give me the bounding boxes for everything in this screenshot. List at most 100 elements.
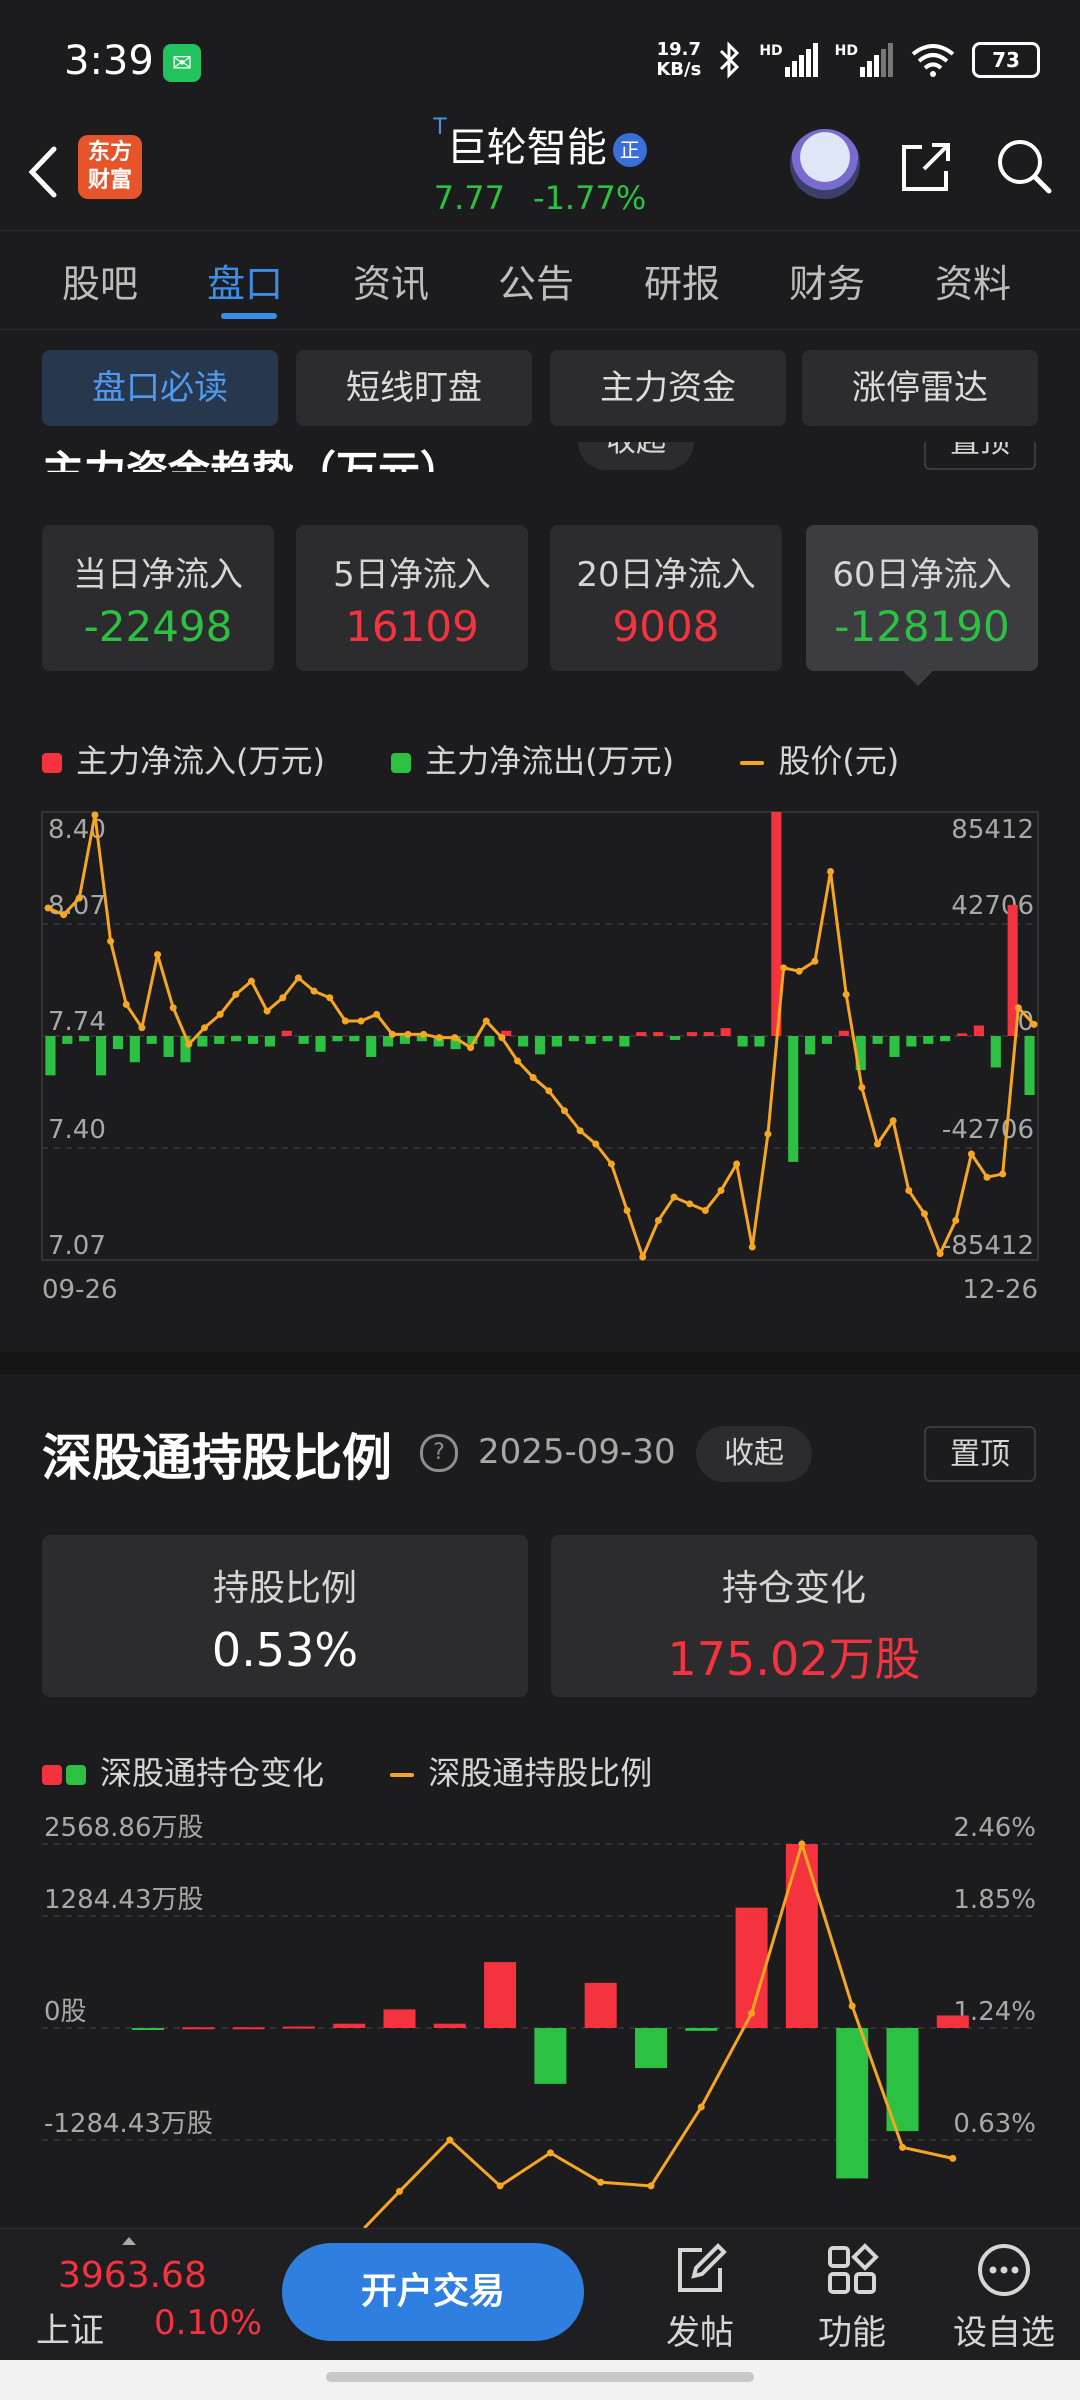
hk-holding-chart[interactable]: 2568.86万股 1284.43万股 0股 -1284.43万股 2.46% 1.85%… [0,1800,1080,2228]
price-point [560,1107,568,1115]
flow-card-label: 20日净流入 [576,555,756,595]
price-point [326,994,334,1002]
section-separator [0,1352,1080,1374]
holding-ratio-point [496,2182,504,2190]
subtab-short-watch[interactable]: 短线盯盘 [296,350,532,426]
price-point [44,904,52,912]
chart2-ytick-right: 1.85% [953,1885,1036,1915]
price-point [936,1250,944,1258]
subtab-limit-up-radar[interactable]: 涨停雷达 [802,350,1038,426]
hk-pin-button[interactable]: 置顶 [924,1426,1036,1482]
flow-card-60d[interactable]: 60日净流入 -128190 [806,525,1038,671]
flow-bar [281,1030,292,1036]
flow-bar [146,1036,157,1044]
stock-change-pct: -1.77% [533,179,647,217]
open-account-trade-button[interactable]: 开户交易 [282,2243,584,2341]
tab-announcements[interactable]: 公告 [498,253,574,308]
ai-assistant-robot-icon[interactable] [790,129,860,199]
price-point [592,1140,600,1148]
price-point [811,957,819,965]
bluetooth-icon [720,41,740,79]
wechat-icon: ✉ [163,44,201,82]
index-value[interactable]: 3963.68 [58,2255,207,2296]
chart1-legend: 主力净流入(万元) 主力净流出(万元) 股价(元) [42,736,899,782]
flow-bar [568,1036,579,1042]
holding-change-bar [484,1962,517,2028]
price-point [498,1034,506,1042]
bottom-bar: 3963.68 上证 0.10% 开户交易 发帖 功能 设自选 [0,2228,1080,2361]
price-point [967,1150,975,1158]
chart1-ytick-right: 42706 [951,891,1034,921]
holding-ratio-point [748,2009,756,2017]
price-point [138,1024,146,1032]
home-indicator[interactable] [326,2372,754,2382]
post-button[interactable]: 发帖 [640,2235,760,2354]
status-bar: 3:39 ✉ 19.7 KB/s HD HD 73 [0,0,1080,115]
index-change-pct[interactable]: 0.10% [154,2303,262,2343]
legend-price: 股价(元) [740,742,899,780]
flow-bar [906,1036,917,1047]
price-point [451,1034,459,1042]
holding-change-bar [433,2023,466,2028]
add-watchlist-button[interactable]: 设自选 [944,2235,1064,2354]
search-icon[interactable] [995,137,1053,195]
flow-bar [129,1036,140,1063]
price-point [920,1210,928,1218]
legend-holding-change: 深股通持仓变化 [42,1754,324,1792]
tab-guba[interactable]: 股吧 [62,253,138,308]
price-point [983,1173,991,1181]
flow-bar [686,1032,697,1036]
price-point [467,1044,475,1052]
flow-bar [889,1036,900,1057]
main-tabs: 股吧 盘口 资讯 公告 研报 财务 资料 [0,230,1080,330]
stock-name: 巨轮智能 [446,125,607,171]
fund-flow-chart[interactable]: 8.408.077.747.407.0785412427060-42706-85… [0,800,1080,1320]
chart1-ytick-right: 85412 [951,815,1034,845]
edit-post-icon [678,2243,727,2292]
flow-bar [872,1036,883,1044]
holding-ratio-point [899,2143,906,2151]
price-point [733,1160,741,1168]
hk-section-date: 2025-09-30 [478,1432,676,1472]
holding-ratio-point [597,2178,605,2186]
index-name[interactable]: 上证 [36,2303,104,2352]
help-icon[interactable]: ? [420,1434,458,1472]
flow-bar [298,1036,309,1044]
hk-card-value: 175.02万股 [667,1632,921,1686]
price-point [670,1193,678,1201]
hk-card-change: 持仓变化 175.02万股 [551,1535,1037,1697]
price-point [216,1010,224,1018]
subtab-must-read[interactable]: 盘口必读 [42,350,278,426]
flow-card-5d[interactable]: 5日净流入 16109 [296,525,528,671]
price-point [154,951,162,959]
stock-price: 7.77 [433,179,506,217]
price-point [373,1010,381,1018]
flow-bar [754,1036,765,1047]
subtab-main-funds[interactable]: 主力资金 [550,350,786,426]
flow-card-today[interactable]: 当日净流入 -22498 [42,525,274,671]
price-point [654,1216,662,1224]
chart1-ytick-right: -42706 [942,1115,1034,1145]
index-expand-caret-icon[interactable] [122,2237,136,2245]
price-point [404,1030,412,1038]
hk-collapse-button[interactable]: 收起 [696,1426,812,1482]
features-button[interactable]: 功能 [792,2235,912,2354]
tab-research[interactable]: 研报 [644,253,720,308]
tab-finance[interactable]: 财务 [789,253,865,308]
price-point [341,1017,349,1025]
tab-profile[interactable]: 资料 [935,253,1011,308]
share-icon[interactable] [898,139,954,195]
flow-card-20d[interactable]: 20日净流入 9008 [550,525,782,671]
flow-bar [163,1036,174,1057]
chart1-xtick-start: 09-26 [42,1275,118,1305]
flow-card-label: 当日净流入 [73,555,243,595]
sim2-label: HD [834,43,858,59]
price-point [529,1074,537,1082]
holding-ratio-point [798,1840,806,1848]
hk-card-ratio: 持股比例 0.53% [42,1535,528,1697]
status-time: 3:39 [64,38,154,84]
price-point [701,1206,709,1214]
price-point [514,1057,522,1065]
tab-pankou[interactable]: 盘口 [207,253,283,308]
tab-news[interactable]: 资讯 [353,253,429,308]
